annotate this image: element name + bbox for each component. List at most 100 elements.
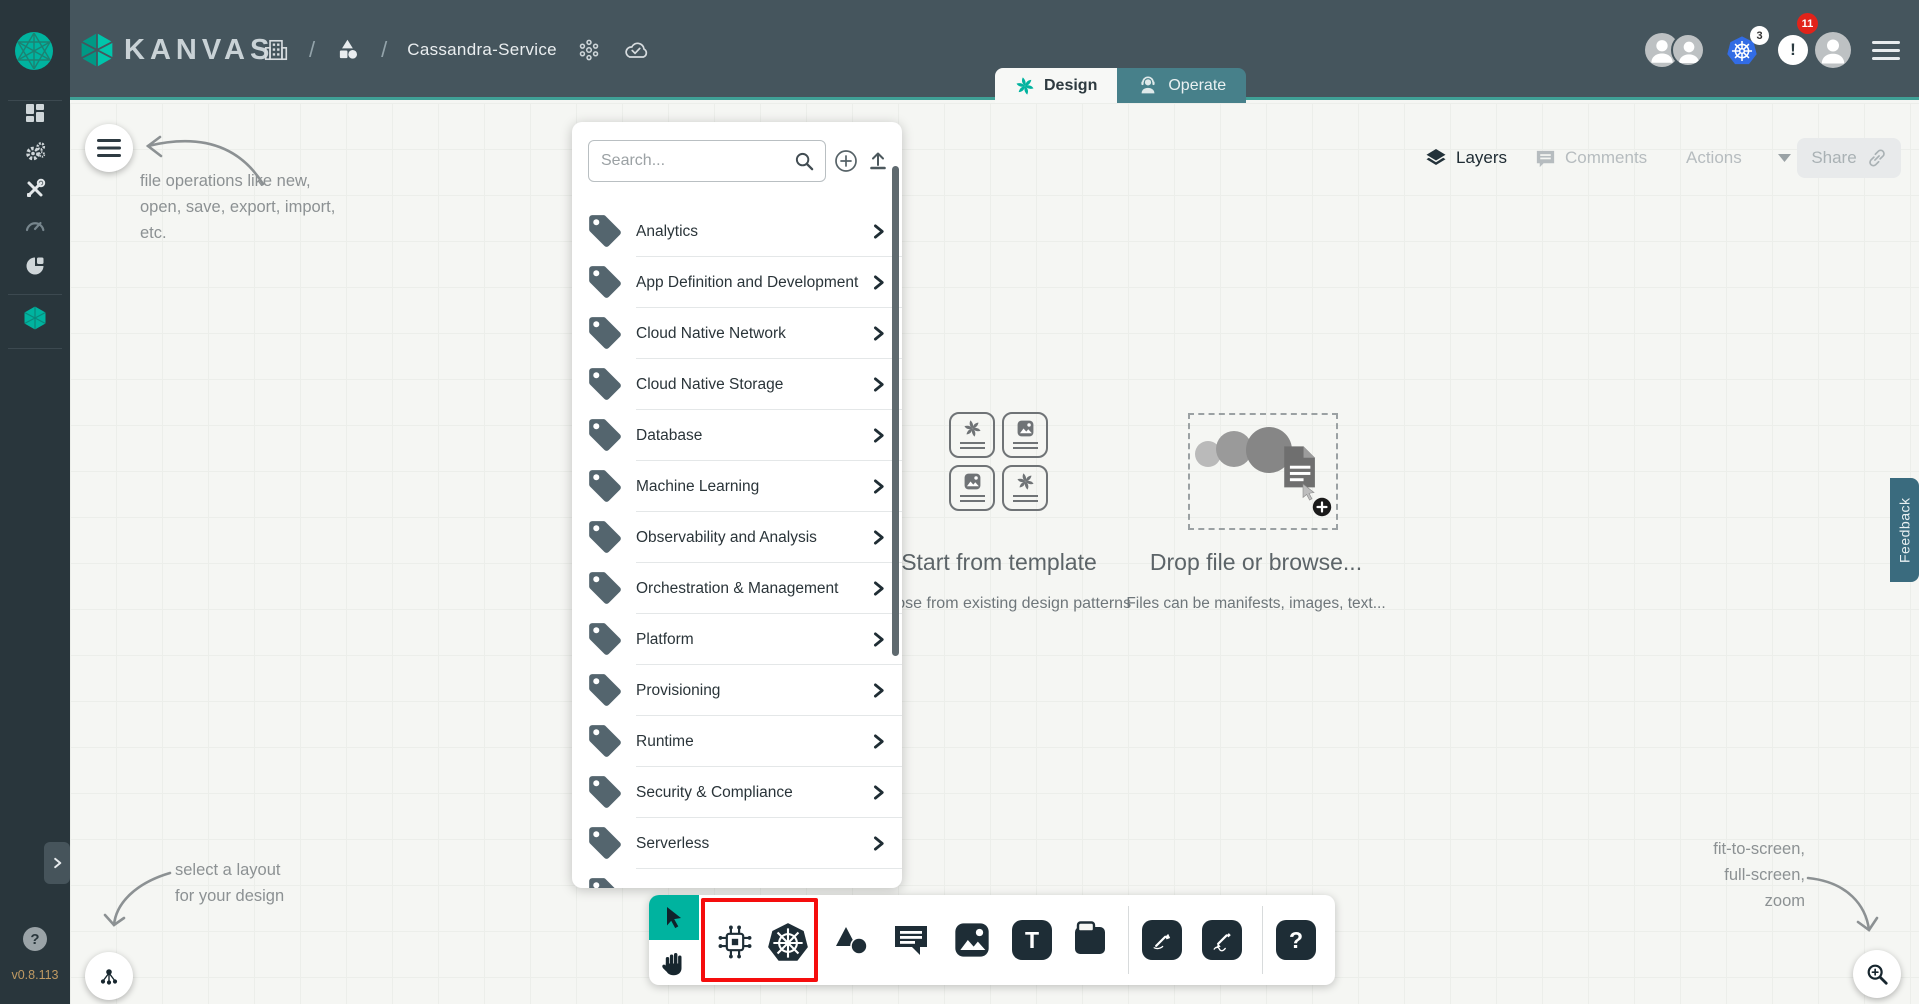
alerts-icon[interactable]: !: [1778, 35, 1808, 65]
chevron-right-icon: [871, 785, 886, 800]
left-sidebar: ? v0.8.113: [0, 0, 70, 1004]
search-icon[interactable]: [794, 151, 815, 172]
configuration-tools-icon[interactable]: [24, 178, 46, 200]
organization-icon[interactable]: [263, 37, 289, 63]
layers-icon: [1424, 146, 1448, 170]
meshery-logo-icon[interactable]: [14, 31, 54, 71]
text-tool-glyph: T: [1025, 927, 1039, 954]
category-row[interactable]: Cloud Native Storage: [572, 359, 902, 410]
category-row[interactable]: Platform: [572, 614, 902, 665]
category-row[interactable]: Observability and Analysis: [572, 512, 902, 563]
swirl-icon: [963, 419, 982, 438]
dock-help-button[interactable]: ?: [1276, 920, 1316, 960]
category-row[interactable]: App Definition and Development: [572, 257, 902, 308]
add-component-icon[interactable]: [834, 149, 858, 173]
kanvas-logo-icon: [78, 31, 116, 69]
shapes-tool-icon[interactable]: [833, 920, 873, 960]
zoom-button[interactable]: [1853, 950, 1901, 998]
person-icon: [1815, 32, 1851, 68]
select-tool-active[interactable]: [649, 895, 699, 940]
design-name[interactable]: Cassandra-Service: [407, 40, 557, 60]
extensions-icon[interactable]: [24, 255, 46, 277]
kanvas-active-icon[interactable]: [22, 305, 48, 331]
chevron-right-icon: [871, 377, 886, 392]
version-label: v0.8.113: [0, 968, 70, 982]
tag-icon: [586, 569, 624, 607]
image-icon: [963, 472, 982, 491]
cursor-icon: [662, 905, 686, 931]
user-avatar[interactable]: [1815, 32, 1851, 68]
collaborator-avatar[interactable]: [1671, 33, 1705, 67]
text-tool[interactable]: T: [1012, 920, 1052, 960]
category-row[interactable]: Orchestration & Management: [572, 563, 902, 614]
tag-icon: [586, 212, 624, 250]
category-row[interactable]: Provisioning: [572, 665, 902, 716]
pen-tool[interactable]: [1142, 920, 1182, 960]
layout-graph-icon: [97, 964, 121, 988]
kubernetes-count-badge: 3: [1750, 26, 1769, 45]
alert-glyph: !: [1790, 40, 1796, 60]
comment-tool-icon[interactable]: [891, 920, 931, 960]
category-row[interactable]: Cloud Native Network: [572, 308, 902, 359]
cloud-saved-icon[interactable]: [621, 38, 651, 62]
chevron-right-icon: [871, 581, 886, 596]
header-menu-button[interactable]: [1872, 36, 1900, 65]
chevron-right-icon: [52, 856, 63, 870]
layers-button[interactable]: Layers: [1424, 141, 1507, 175]
drop-file-title[interactable]: Drop file or browse...: [1106, 549, 1406, 576]
tab-design[interactable]: Design: [995, 68, 1117, 103]
category-row[interactable]: Security & Compliance: [572, 767, 902, 818]
category-row-partial[interactable]: [572, 869, 902, 888]
feedback-tab[interactable]: Feedback: [1890, 478, 1919, 582]
image-tool-icon[interactable]: [952, 920, 992, 960]
component-panel: Analytics App Definition and Development…: [572, 122, 902, 888]
sidebar-expand-button[interactable]: [44, 842, 70, 884]
tag-icon: [586, 875, 624, 888]
drop-file-subtitle: Files can be manifests, images, text...: [1096, 595, 1416, 613]
tag-icon: [586, 314, 624, 352]
category-row[interactable]: Machine Learning: [572, 461, 902, 512]
actions-dropdown[interactable]: Actions: [1686, 141, 1791, 175]
tool-dock: T: [649, 895, 1335, 985]
pan-tool[interactable]: [649, 940, 699, 985]
chevron-right-icon: [871, 224, 886, 239]
design-canvas[interactable]: file operations like new, open, save, ex…: [70, 103, 1919, 1004]
upload-icon[interactable]: [866, 149, 890, 173]
component-chip-tool-icon[interactable]: [715, 922, 755, 962]
annotation-zoom: fit-to-screen, full-screen, zoom: [1640, 836, 1805, 914]
environment-icon[interactable]: [577, 38, 601, 62]
lifecycle-gears-icon[interactable]: [24, 140, 46, 162]
dashboard-icon[interactable]: [24, 102, 46, 124]
template-card: [949, 465, 995, 511]
panel-scrollbar[interactable]: [892, 166, 899, 656]
note-tool-icon[interactable]: [1070, 920, 1110, 960]
category-row[interactable]: Serverless: [572, 818, 902, 869]
drop-file-zone[interactable]: [1188, 413, 1338, 530]
share-button[interactable]: Share: [1797, 138, 1901, 178]
template-card: [949, 412, 995, 458]
template-card: [1002, 412, 1048, 458]
tag-icon: [586, 671, 624, 709]
annotation-arrow: [100, 865, 190, 937]
tab-operate[interactable]: Operate: [1117, 68, 1246, 103]
category-row[interactable]: Analytics: [572, 206, 902, 257]
layout-button[interactable]: [85, 952, 133, 1000]
link-icon: [1867, 148, 1887, 168]
category-row[interactable]: Runtime: [572, 716, 902, 767]
freehand-tool[interactable]: [1202, 920, 1242, 960]
highlight-red-box: [701, 898, 818, 982]
zoom-in-icon: [1865, 962, 1889, 986]
search-box: [588, 140, 826, 182]
start-template-illustration[interactable]: [949, 412, 1049, 511]
comments-button[interactable]: Comments: [1534, 141, 1647, 175]
workspace-shapes-icon[interactable]: [335, 37, 361, 63]
category-row[interactable]: Database: [572, 410, 902, 461]
kubernetes-tool-icon[interactable]: [765, 920, 811, 966]
performance-gauge-icon[interactable]: [24, 214, 46, 236]
file-menu-button[interactable]: [85, 124, 133, 172]
help-button[interactable]: ?: [23, 927, 47, 951]
sidebar-divider: [8, 348, 62, 349]
search-input[interactable]: [601, 141, 781, 181]
dock-divider: [1128, 906, 1129, 974]
tag-icon: [586, 263, 624, 301]
